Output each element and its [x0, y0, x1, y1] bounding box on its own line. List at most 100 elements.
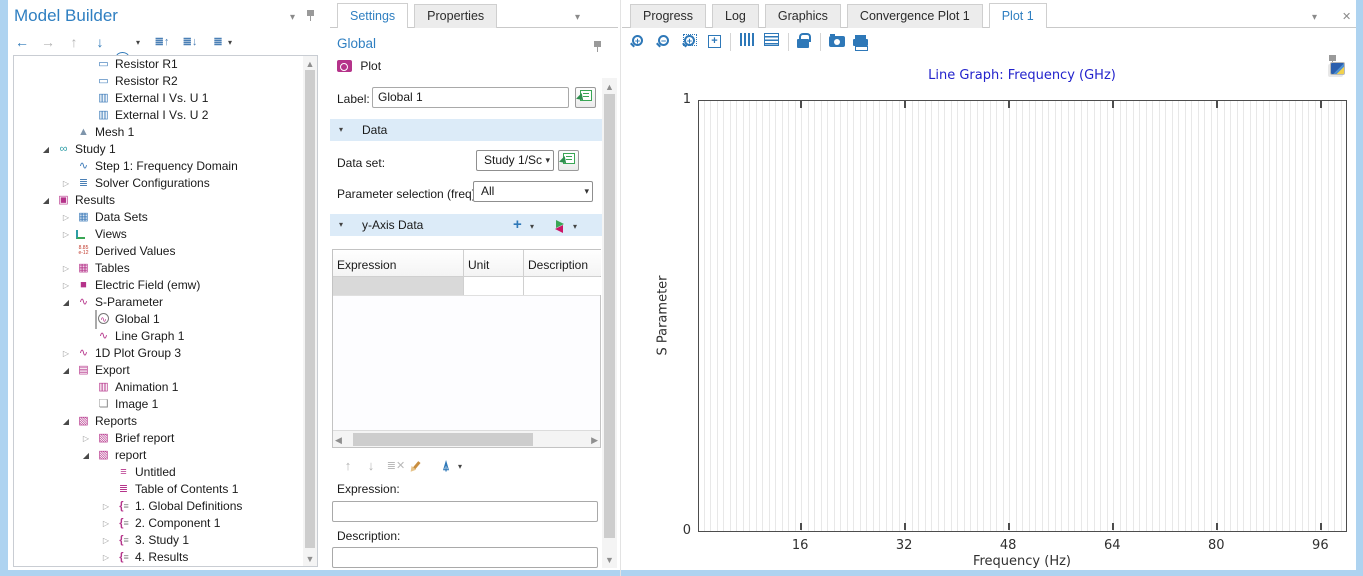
expand-arrow-icon[interactable]: ▷ [60, 277, 72, 294]
tree-item-resistor-r2[interactable]: ▭Resistor R2 [14, 73, 317, 90]
tree-item-study-1[interactable]: ◢∞Study 1 [14, 141, 317, 158]
tree-item-global-1[interactable]: Global 1 [14, 311, 317, 328]
tree-item-mesh-1[interactable]: ▲Mesh 1 [14, 124, 317, 141]
panel-dropdown-icon[interactable]: ▾ [290, 13, 295, 23]
expand-arrow-icon[interactable]: ▷ [80, 430, 92, 447]
panel-dropdown-icon[interactable]: ▾ [575, 13, 580, 23]
scroll-up-icon[interactable]: ▲ [602, 82, 617, 92]
zoom-out-icon[interactable]: − [658, 33, 678, 53]
expand-arrow-icon[interactable]: ▷ [60, 226, 72, 243]
replace-expression-dropdown-icon[interactable]: ▾ [573, 216, 577, 238]
y-gridlines-icon[interactable] [764, 33, 784, 53]
table-horizontal-scrollbar[interactable]: ◀ ▶ [333, 430, 600, 447]
tree-item-brief-report[interactable]: ▷▧Brief report [14, 430, 317, 447]
tree-item-external-i-vs-u-1[interactable]: ▥External I Vs. U 1 [14, 90, 317, 107]
tree-item-views[interactable]: ▷Views [14, 226, 317, 243]
tab-settings[interactable]: Settings [337, 3, 408, 28]
move-up-icon[interactable]: ↑ [338, 457, 358, 475]
collapse-arrow-icon[interactable]: ◢ [40, 192, 52, 209]
expand-arrow-icon[interactable]: ▷ [60, 260, 72, 277]
tree-item-4-results[interactable]: ▷{≡4. Results [14, 549, 317, 566]
back-icon[interactable]: ← [12, 33, 32, 51]
zoom-extents-icon[interactable]: + [708, 33, 728, 53]
y-axis-data-section-header[interactable]: ▾ y-Axis Data + ▾ ▾ [330, 214, 602, 236]
tab-progress[interactable]: Progress [630, 4, 706, 28]
zoom-in-icon[interactable]: + [632, 33, 652, 53]
tab-properties[interactable]: Properties [414, 4, 497, 28]
collapse-arrow-icon[interactable]: ◢ [80, 447, 92, 464]
collapse-arrow-icon[interactable]: ◢ [60, 362, 72, 379]
section-collapse-icon[interactable]: ▾ [339, 119, 343, 141]
expand-arrow-icon[interactable]: ▷ [100, 515, 112, 532]
scroll-down-icon[interactable]: ▼ [602, 555, 617, 565]
tree-item-solver-configurations[interactable]: ▷≣Solver Configurations [14, 175, 317, 192]
clear-table-icon[interactable] [415, 457, 418, 471]
panel-dropdown-icon[interactable]: ▾ [1312, 13, 1317, 23]
tab-convergence-plot-1[interactable]: Convergence Plot 1 [847, 4, 983, 28]
tree-scrollbar-thumb[interactable] [305, 70, 315, 548]
tree-item-derived-values[interactable]: 8.85e-12Derived Values [14, 243, 317, 260]
snapshot-icon[interactable] [829, 33, 849, 53]
tree-item-reports[interactable]: ◢▧Reports [14, 413, 317, 430]
tree-item-1d-plot-group-3[interactable]: ▷∿1D Plot Group 3 [14, 345, 317, 362]
plot-button[interactable]: Plot [337, 59, 381, 73]
tree-item-2-component-1[interactable]: ▷{≡2. Component 1 [14, 515, 317, 532]
tree-item-table-of-contents-1[interactable]: ≣Table of Contents 1 [14, 481, 317, 498]
expand-arrow-icon[interactable]: ▷ [60, 175, 72, 192]
tab-log[interactable]: Log [712, 4, 759, 28]
scroll-left-icon[interactable]: ◀ [335, 435, 342, 445]
node-text-icon[interactable]: ≣ [208, 33, 228, 51]
data-section-header[interactable]: ▾ Data [330, 119, 602, 141]
tree-item-line-graph-1[interactable]: ∿Line Graph 1 [14, 328, 317, 345]
tree-item-export[interactable]: ◢▤Export [14, 362, 317, 379]
delete-row-icon[interactable]: ≣✕ [386, 457, 406, 475]
table-cell-description[interactable] [524, 277, 601, 295]
collapse-arrow-icon[interactable]: ◢ [60, 413, 72, 430]
scroll-down-icon[interactable]: ▼ [303, 554, 317, 564]
tree-item-tables[interactable]: ▷▦Tables [14, 260, 317, 277]
tree-item-electric-field-emw[interactable]: ▷■Electric Field (emw) [14, 277, 317, 294]
table-cell-unit[interactable] [464, 277, 524, 295]
tree-scrollbar[interactable]: ▲ ▼ [303, 56, 317, 566]
tab-graphics[interactable]: Graphics [765, 4, 841, 28]
go-to-source-button[interactable] [558, 150, 579, 171]
move-down-icon[interactable]: ↓ [361, 457, 381, 475]
forward-icon[interactable]: → [38, 33, 58, 51]
x-gridlines-icon[interactable] [740, 33, 760, 53]
tree-item-external-i-vs-u-2[interactable]: ▥External I Vs. U 2 [14, 107, 317, 124]
tree-item-report[interactable]: ◢▧report [14, 447, 317, 464]
zoom-box-icon[interactable]: + [684, 33, 704, 53]
node-text-dropdown-icon[interactable]: ▾ [228, 38, 232, 47]
tree-item-animation-1[interactable]: ▥Animation 1 [14, 379, 317, 396]
settings-scrollbar-thumb[interactable] [604, 94, 615, 538]
settings-scrollbar[interactable]: ▲ ▼ [602, 78, 617, 568]
plot-area[interactable] [698, 100, 1347, 532]
tree-item-3-study-1[interactable]: ▷{≡3. Study 1 [14, 532, 317, 549]
section-collapse-icon[interactable]: ▾ [339, 214, 343, 236]
expand-arrow-icon[interactable]: ▷ [100, 532, 112, 549]
tab-plot-1[interactable]: Plot 1 [989, 3, 1047, 28]
move-down-icon[interactable]: ↓ [90, 33, 110, 51]
add-dropdown-icon[interactable]: ▾ [530, 216, 534, 238]
data-set-combo[interactable]: Study 1/Sc [476, 150, 554, 171]
show-dropdown-icon[interactable]: ▾ [136, 38, 140, 47]
print-icon[interactable] [853, 33, 873, 53]
tree-item-results[interactable]: ◢▣Results [14, 192, 317, 209]
parameter-selection-combo[interactable]: All [473, 181, 593, 202]
label-input[interactable]: Global 1 [372, 87, 569, 108]
scroll-right-icon[interactable]: ▶ [591, 435, 598, 445]
collapse-selected-icon[interactable]: ≣↑ [152, 33, 172, 51]
tree-item-s-parameter[interactable]: ◢∿S-Parameter [14, 294, 317, 311]
collapse-arrow-icon[interactable]: ◢ [60, 294, 72, 311]
tree-item-resistor-r1[interactable]: ▭Resistor R1 [14, 56, 317, 73]
scroll-up-icon[interactable]: ▲ [303, 59, 317, 69]
pin-icon[interactable] [306, 10, 315, 21]
collapse-arrow-icon[interactable]: ◢ [40, 141, 52, 158]
table-cell-expression[interactable] [333, 277, 464, 295]
replace-expression-icon[interactable] [554, 219, 565, 233]
description-input[interactable] [332, 547, 598, 568]
tree-item-untitled[interactable]: ≡Untitled [14, 464, 317, 481]
expand-arrow-icon[interactable]: ▷ [100, 498, 112, 515]
insert-range-icon[interactable]: ⍋ [436, 457, 456, 475]
expression-input[interactable] [332, 501, 598, 522]
